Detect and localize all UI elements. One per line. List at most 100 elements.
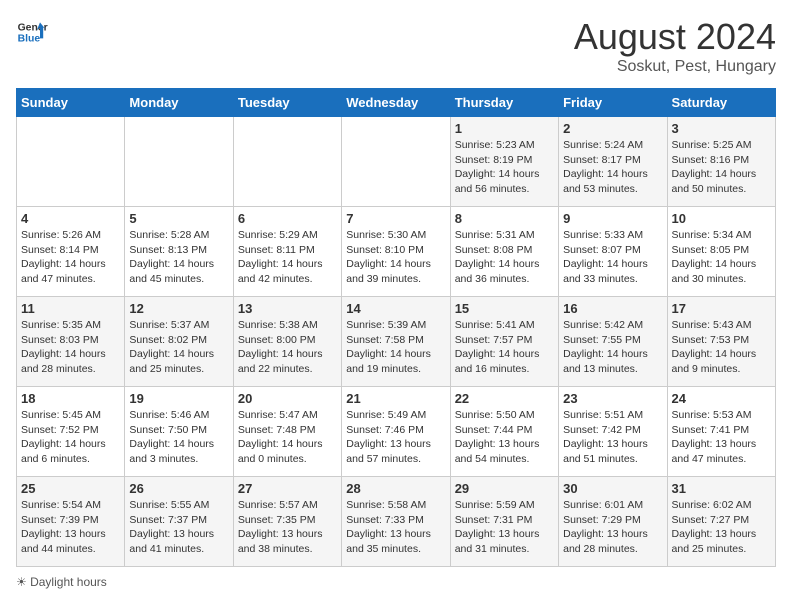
day-number: 3 [672, 121, 771, 136]
day-info: Sunrise: 6:01 AM Sunset: 7:29 PM Dayligh… [563, 498, 662, 557]
calendar-cell: 26 Sunrise: 5:55 AM Sunset: 7:37 PM Dayli… [125, 477, 233, 567]
calendar-cell: 20 Sunrise: 5:47 AM Sunset: 7:48 PM Dayli… [233, 387, 341, 477]
calendar-cell: 23 Sunrise: 5:51 AM Sunset: 7:42 PM Dayli… [559, 387, 667, 477]
day-number: 8 [455, 211, 554, 226]
weekday-header: Friday [559, 89, 667, 117]
day-info: Sunrise: 5:55 AM Sunset: 7:37 PM Dayligh… [129, 498, 228, 557]
day-info: Sunrise: 5:51 AM Sunset: 7:42 PM Dayligh… [563, 408, 662, 467]
calendar-cell [125, 117, 233, 207]
day-info: Sunrise: 5:59 AM Sunset: 7:31 PM Dayligh… [455, 498, 554, 557]
legend: ☀ Daylight hours [16, 575, 776, 589]
day-number: 19 [129, 391, 228, 406]
day-number: 16 [563, 301, 662, 316]
weekday-header: Monday [125, 89, 233, 117]
day-number: 26 [129, 481, 228, 496]
calendar-week-row: 4 Sunrise: 5:26 AM Sunset: 8:14 PM Daylig… [17, 207, 776, 297]
calendar-cell: 7 Sunrise: 5:30 AM Sunset: 8:10 PM Daylig… [342, 207, 450, 297]
day-number: 20 [238, 391, 337, 406]
day-info: Sunrise: 5:23 AM Sunset: 8:19 PM Dayligh… [455, 138, 554, 197]
calendar-cell: 13 Sunrise: 5:38 AM Sunset: 8:00 PM Dayli… [233, 297, 341, 387]
day-info: Sunrise: 5:46 AM Sunset: 7:50 PM Dayligh… [129, 408, 228, 467]
calendar-cell: 24 Sunrise: 5:53 AM Sunset: 7:41 PM Dayli… [667, 387, 775, 477]
day-info: Sunrise: 5:38 AM Sunset: 8:00 PM Dayligh… [238, 318, 337, 377]
calendar-cell: 4 Sunrise: 5:26 AM Sunset: 8:14 PM Daylig… [17, 207, 125, 297]
calendar-cell: 2Sunrise: 5:24 AM Sunset: 8:17 PM Daylig… [559, 117, 667, 207]
day-info: Sunrise: 5:43 AM Sunset: 7:53 PM Dayligh… [672, 318, 771, 377]
day-number: 25 [21, 481, 120, 496]
day-info: Sunrise: 5:42 AM Sunset: 7:55 PM Dayligh… [563, 318, 662, 377]
weekday-header: Saturday [667, 89, 775, 117]
weekday-header: Wednesday [342, 89, 450, 117]
day-number: 22 [455, 391, 554, 406]
calendar-cell: 6Sunrise: 5:29 AM Sunset: 8:11 PM Daylig… [233, 207, 341, 297]
calendar-cell: 27Sunrise: 5:57 AM Sunset: 7:35 PM Dayli… [233, 477, 341, 567]
day-info: Sunrise: 5:39 AM Sunset: 7:58 PM Dayligh… [346, 318, 445, 377]
day-info: Sunrise: 5:33 AM Sunset: 8:07 PM Dayligh… [563, 228, 662, 287]
calendar-week-row: 18 Sunrise: 5:45 AM Sunset: 7:52 PM Dayli… [17, 387, 776, 477]
location-subtitle: Soskut, Pest, Hungary [574, 58, 776, 76]
weekday-header-row: SundayMondayTuesdayWednesdayThursdayFrid… [17, 89, 776, 117]
calendar-cell: 22Sunrise: 5:50 AM Sunset: 7:44 PM Dayli… [450, 387, 558, 477]
day-info: Sunrise: 5:49 AM Sunset: 7:46 PM Dayligh… [346, 408, 445, 467]
day-number: 21 [346, 391, 445, 406]
day-number: 9 [563, 211, 662, 226]
calendar-cell: 9 Sunrise: 5:33 AM Sunset: 8:07 PM Daylig… [559, 207, 667, 297]
page-header: General Blue August 2024 Soskut, Pest, H… [16, 16, 776, 76]
calendar-cell: 12 Sunrise: 5:37 AM Sunset: 8:02 PM Dayli… [125, 297, 233, 387]
legend-label: Daylight hours [30, 575, 107, 589]
day-number: 15 [455, 301, 554, 316]
svg-text:Blue: Blue [18, 34, 41, 45]
day-info: Sunrise: 5:25 AM Sunset: 8:16 PM Dayligh… [672, 138, 771, 197]
calendar-cell: 5Sunrise: 5:28 AM Sunset: 8:13 PM Daylig… [125, 207, 233, 297]
day-number: 14 [346, 301, 445, 316]
day-info: Sunrise: 5:45 AM Sunset: 7:52 PM Dayligh… [21, 408, 120, 467]
day-info: Sunrise: 5:30 AM Sunset: 8:10 PM Dayligh… [346, 228, 445, 287]
day-number: 4 [21, 211, 120, 226]
calendar-week-row: 11Sunrise: 5:35 AM Sunset: 8:03 PM Dayli… [17, 297, 776, 387]
calendar-week-row: 1 Sunrise: 5:23 AM Sunset: 8:19 PM Daylig… [17, 117, 776, 207]
weekday-header: Sunday [17, 89, 125, 117]
title-area: August 2024 Soskut, Pest, Hungary [574, 16, 776, 76]
day-number: 28 [346, 481, 445, 496]
day-number: 10 [672, 211, 771, 226]
calendar-cell: 25 Sunrise: 5:54 AM Sunset: 7:39 PM Dayli… [17, 477, 125, 567]
calendar-cell: 8 Sunrise: 5:31 AM Sunset: 8:08 PM Daylig… [450, 207, 558, 297]
calendar-cell [342, 117, 450, 207]
day-number: 2 [563, 121, 662, 136]
calendar-cell: 18 Sunrise: 5:45 AM Sunset: 7:52 PM Dayli… [17, 387, 125, 477]
day-info: Sunrise: 5:31 AM Sunset: 8:08 PM Dayligh… [455, 228, 554, 287]
day-number: 30 [563, 481, 662, 496]
day-number: 29 [455, 481, 554, 496]
day-number: 23 [563, 391, 662, 406]
day-number: 31 [672, 481, 771, 496]
day-number: 1 [455, 121, 554, 136]
day-number: 12 [129, 301, 228, 316]
day-info: Sunrise: 5:58 AM Sunset: 7:33 PM Dayligh… [346, 498, 445, 557]
calendar-cell: 29 Sunrise: 5:59 AM Sunset: 7:31 PM Dayli… [450, 477, 558, 567]
day-info: Sunrise: 5:53 AM Sunset: 7:41 PM Dayligh… [672, 408, 771, 467]
weekday-header: Thursday [450, 89, 558, 117]
calendar-cell [17, 117, 125, 207]
day-info: Sunrise: 5:26 AM Sunset: 8:14 PM Dayligh… [21, 228, 120, 287]
calendar-cell: 19 Sunrise: 5:46 AM Sunset: 7:50 PM Dayli… [125, 387, 233, 477]
day-info: Sunrise: 5:29 AM Sunset: 8:11 PM Dayligh… [238, 228, 337, 287]
calendar-cell: 15Sunrise: 5:41 AM Sunset: 7:57 PM Dayli… [450, 297, 558, 387]
day-number: 17 [672, 301, 771, 316]
day-number: 24 [672, 391, 771, 406]
day-number: 13 [238, 301, 337, 316]
calendar-cell: 31 Sunrise: 6:02 AM Sunset: 7:27 PM Dayli… [667, 477, 775, 567]
calendar-cell: 30 Sunrise: 6:01 AM Sunset: 7:29 PM Dayli… [559, 477, 667, 567]
day-info: Sunrise: 5:37 AM Sunset: 8:02 PM Dayligh… [129, 318, 228, 377]
calendar-cell: 17 Sunrise: 5:43 AM Sunset: 7:53 PM Dayli… [667, 297, 775, 387]
month-year-title: August 2024 [574, 16, 776, 58]
day-number: 7 [346, 211, 445, 226]
day-info: Sunrise: 6:02 AM Sunset: 7:27 PM Dayligh… [672, 498, 771, 557]
day-info: Sunrise: 5:47 AM Sunset: 7:48 PM Dayligh… [238, 408, 337, 467]
day-info: Sunrise: 5:54 AM Sunset: 7:39 PM Dayligh… [21, 498, 120, 557]
calendar-week-row: 25 Sunrise: 5:54 AM Sunset: 7:39 PM Dayli… [17, 477, 776, 567]
day-number: 18 [21, 391, 120, 406]
logo-icon: General Blue [16, 16, 48, 48]
day-info: Sunrise: 5:34 AM Sunset: 8:05 PM Dayligh… [672, 228, 771, 287]
calendar-cell: 10 Sunrise: 5:34 AM Sunset: 8:05 PM Dayli… [667, 207, 775, 297]
day-info: Sunrise: 5:28 AM Sunset: 8:13 PM Dayligh… [129, 228, 228, 287]
